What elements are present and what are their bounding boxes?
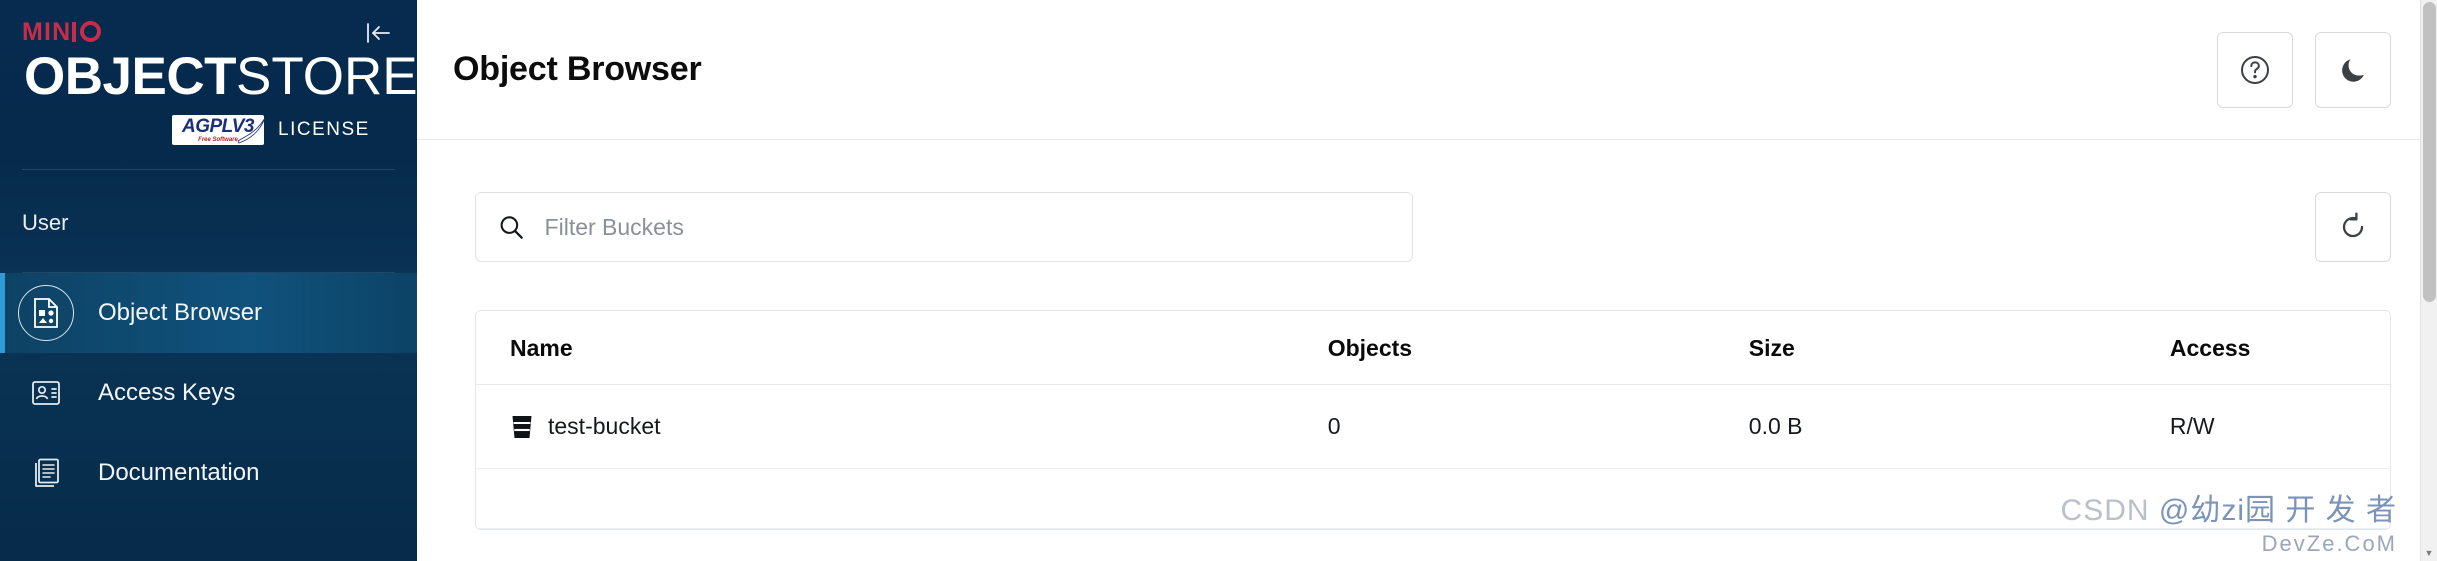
sidebar-collapse-button[interactable] (361, 16, 395, 50)
cell-bucket-name: test-bucket (476, 384, 1328, 469)
table-empty-space (476, 468, 2390, 529)
sidebar-item-access-keys[interactable]: Access Keys (0, 353, 417, 433)
cell-bucket-access: R/W (2169, 384, 2390, 469)
column-header-access[interactable]: Access (2169, 311, 2390, 385)
sidebar-item-label: Object Browser (98, 298, 263, 326)
cell-bucket-objects: 0 (1327, 384, 1749, 469)
bucket-name-text: test-bucket (548, 413, 661, 439)
documentation-icon (18, 445, 74, 501)
collapse-left-icon (367, 23, 390, 43)
agpl-badge-subtext: Free Software (198, 137, 238, 143)
agpl-badge: AGPLV3 Free Software (172, 115, 266, 145)
main-content: Object Browser Filter Buckets Name Objec… (417, 0, 2437, 561)
refresh-icon (2342, 212, 2364, 238)
brand-logo: MIN OBJECTSTORE AGPLV3 Free Software LIC… (0, 0, 417, 145)
bucket-icon (512, 415, 532, 438)
agpl-badge-text: AGPLV3 (182, 116, 254, 137)
sidebar-nav: Object Browser Access Keys Documentation (0, 272, 417, 513)
vertical-scrollbar[interactable]: ▲ ▼ (2420, 0, 2437, 561)
header-actions (2217, 31, 2391, 108)
buckets-table-card: Name Objects Size Access test-bucket 0 0… (475, 310, 2391, 530)
sidebar-item-object-browser[interactable]: Object Browser (0, 272, 417, 353)
table-header-row: Name Objects Size Access (476, 311, 2390, 385)
refresh-button[interactable] (2315, 192, 2391, 262)
help-button[interactable] (2217, 31, 2293, 108)
buckets-table: Name Objects Size Access test-bucket 0 0… (476, 311, 2390, 529)
table-row[interactable]: test-bucket 0 0.0 B R/W (476, 384, 2390, 469)
column-header-size[interactable]: Size (1748, 311, 2170, 385)
scroll-down-arrow[interactable]: ▼ (2421, 544, 2437, 561)
column-header-name[interactable]: Name (476, 311, 1328, 385)
logo-object-text: OBJECT (24, 47, 236, 106)
page-title: Object Browser (453, 50, 702, 88)
object-browser-icon (18, 284, 74, 341)
toolbar-row (475, 192, 2391, 262)
license-row: AGPLV3 Free Software LICENSE (172, 115, 391, 145)
sidebar-item-label: Access Keys (98, 378, 236, 406)
search-input[interactable] (544, 213, 1390, 241)
buckets-table-head: Name Objects Size Access (476, 311, 2390, 385)
sidebar-item-documentation[interactable]: Documentation (0, 433, 417, 513)
column-header-objects[interactable]: Objects (1327, 311, 1749, 385)
app-window: MIN OBJECTSTORE AGPLV3 Free Software LIC… (0, 0, 2437, 561)
search-icon (500, 216, 523, 239)
buckets-table-body: test-bucket 0 0.0 B R/W (476, 384, 2390, 529)
scrollbar-thumb[interactable] (2423, 2, 2436, 302)
dark-mode-toggle[interactable] (2315, 31, 2391, 108)
sidebar-item-label: Documentation (98, 458, 260, 486)
moon-icon (2342, 58, 2364, 82)
minio-text: MIN (22, 18, 72, 46)
license-label: LICENSE (278, 118, 370, 140)
access-keys-icon (18, 365, 74, 421)
sidebar: MIN OBJECTSTORE AGPLV3 Free Software LIC… (0, 0, 417, 561)
page-header: Object Browser (417, 0, 2437, 140)
sidebar-section-user: User (22, 209, 69, 235)
browser-body: Name Objects Size Access (417, 140, 2437, 561)
filter-buckets-field[interactable] (475, 192, 1413, 262)
object-store-wordmark: OBJECTSTORE (24, 47, 417, 106)
minio-o-glyph (80, 21, 102, 42)
minio-wordmark: MIN (22, 20, 391, 45)
help-circle-icon (2241, 55, 2269, 84)
cell-bucket-size: 0.0 B (1748, 384, 2170, 469)
logo-store-text: STORE (235, 47, 417, 106)
minio-bar-glyph (72, 22, 77, 42)
